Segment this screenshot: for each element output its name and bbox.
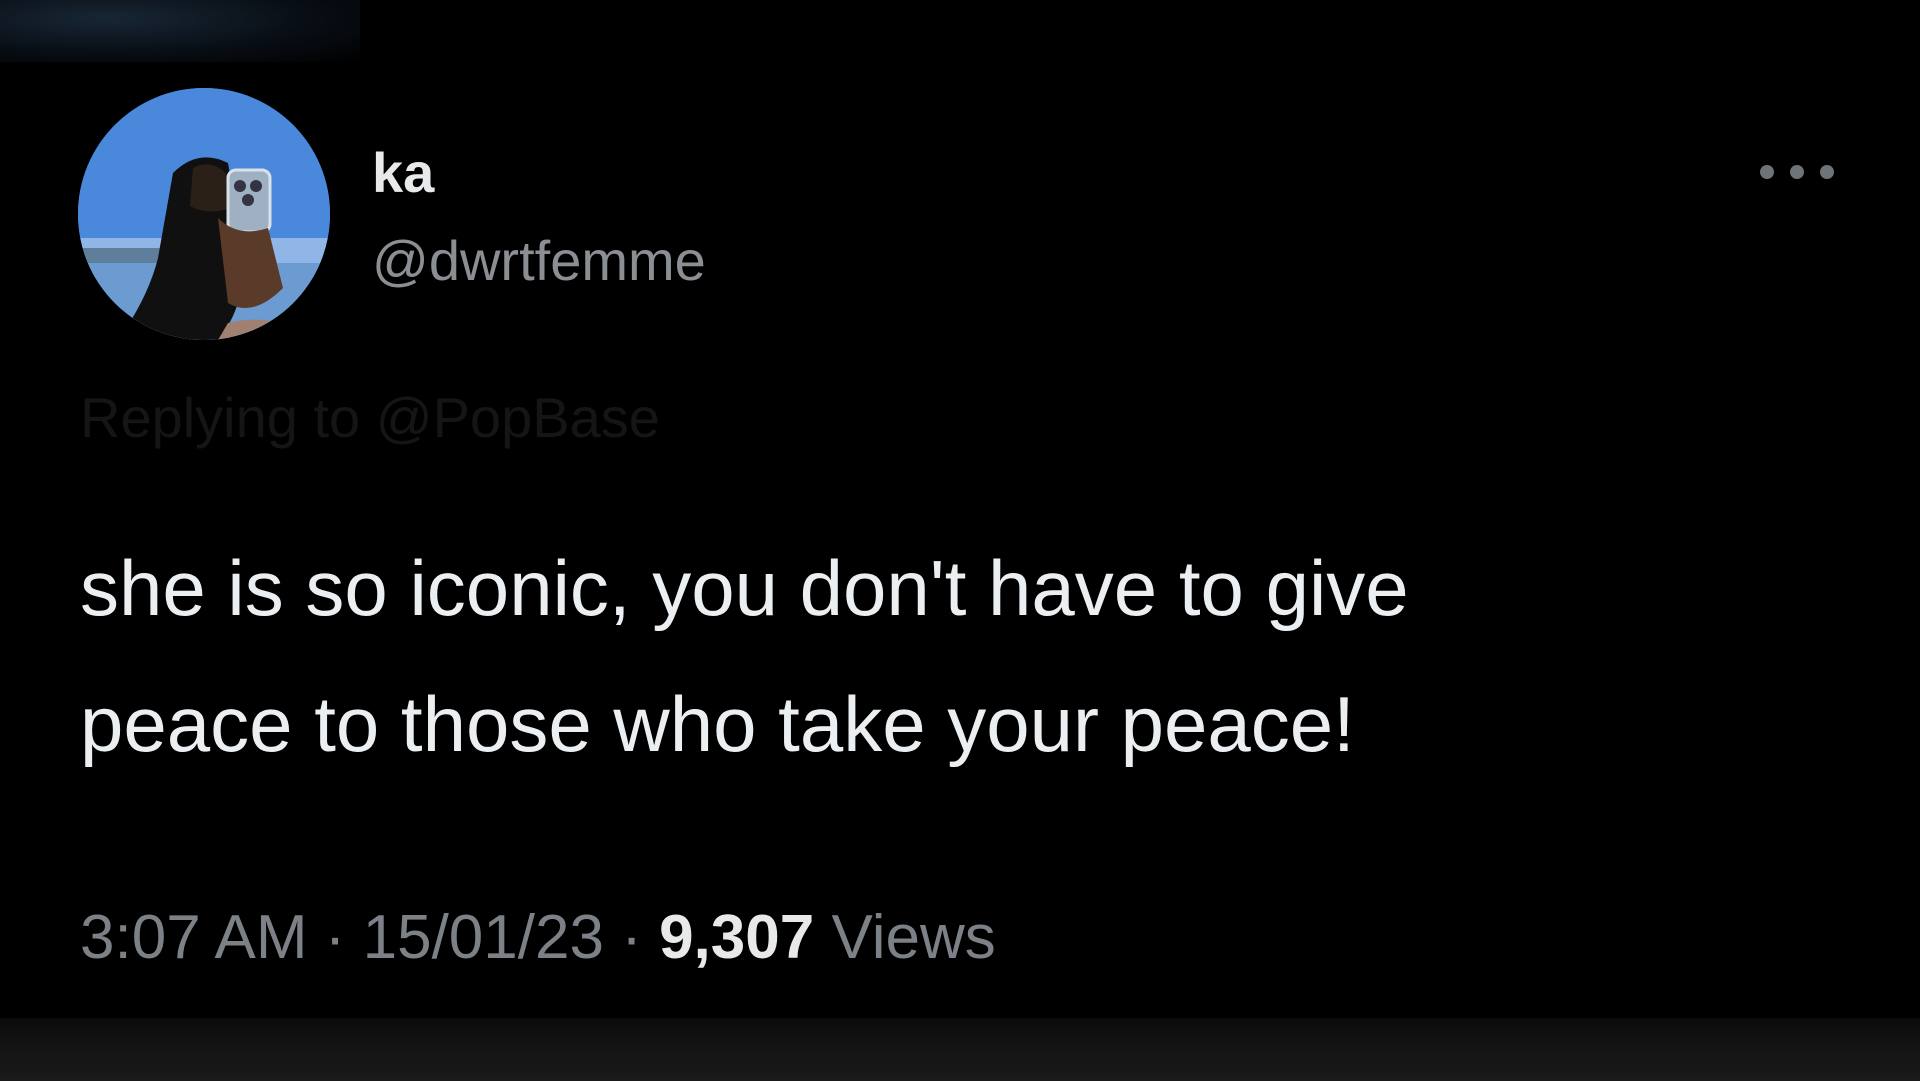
meta-separator: · xyxy=(621,903,642,972)
tweet-time[interactable]: 3:07 AM xyxy=(80,903,307,972)
user-handle[interactable]: @dwrtfemme xyxy=(372,228,706,293)
reply-context: Replying to @PopBase xyxy=(80,386,660,449)
tweet-date[interactable]: 15/01/23 xyxy=(363,903,604,972)
meta-separator: · xyxy=(324,903,346,972)
tweet-text: she is so iconic, you don't have to give… xyxy=(80,544,1409,768)
avatar[interactable] xyxy=(78,88,330,340)
top-blur xyxy=(0,0,360,62)
tweet-card: ka @dwrtfemme Replying to @PopBase she i… xyxy=(0,0,1920,1081)
tweet-meta: 3:07 AM · 15/01/23 · 9,307 Views xyxy=(80,902,996,973)
views-label[interactable]: Views xyxy=(831,903,995,972)
more-options-icon[interactable] xyxy=(1760,160,1834,184)
more-dot xyxy=(1820,165,1834,179)
views-count[interactable]: 9,307 xyxy=(659,903,814,972)
bottom-blur xyxy=(0,1018,1920,1081)
display-name[interactable]: ka xyxy=(372,140,434,205)
avatar-photo xyxy=(78,88,330,340)
more-dot xyxy=(1760,165,1774,179)
more-dot xyxy=(1790,165,1804,179)
